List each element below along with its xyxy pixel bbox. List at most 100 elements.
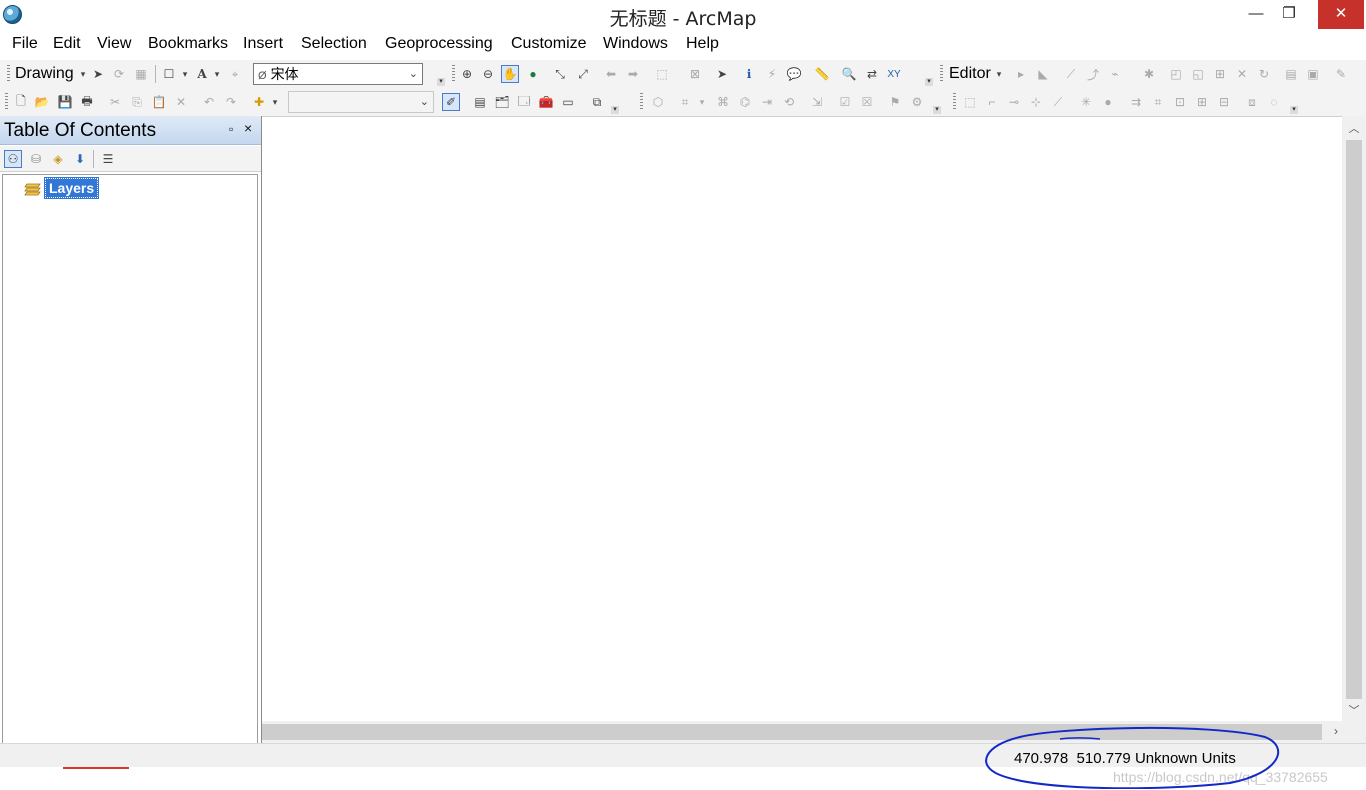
menu-customize[interactable]: Customize — [511, 35, 587, 53]
close-button[interactable]: ✕ — [1318, 0, 1364, 29]
edit-tool-icon[interactable]: ▸ — [1012, 65, 1030, 83]
rotate-icon[interactable]: ⟳ — [110, 65, 128, 83]
horizontal-scroll-thumb[interactable] — [262, 724, 1322, 740]
georef-layer-icon[interactable]: ⬡ — [649, 93, 667, 111]
links-table-icon[interactable]: ⊟ — [1215, 93, 1233, 111]
multi-displacement-link-icon[interactable]: ⊸ — [1005, 93, 1023, 111]
go-forward-icon[interactable]: ➡ — [624, 65, 642, 83]
close-icon[interactable]: × — [244, 120, 252, 136]
shift-icon[interactable]: ⇥ — [758, 93, 776, 111]
fixed-zoom-in-icon[interactable]: ⤡ — [551, 65, 569, 83]
pan-icon[interactable]: ✋ — [501, 65, 519, 83]
edit-vertices-icon[interactable]: ⌖ — [226, 65, 244, 83]
vertical-scroll-thumb[interactable] — [1346, 140, 1362, 699]
fix-errors-icon[interactable]: ☒ — [858, 93, 876, 111]
find-route-icon[interactable]: ⇄ — [863, 65, 881, 83]
redo-icon[interactable]: ↷ — [222, 93, 240, 111]
toc-options-icon[interactable]: ☰ — [99, 150, 117, 168]
toolbar-grip[interactable] — [452, 65, 455, 83]
scroll-right-icon[interactable]: › — [1334, 724, 1338, 738]
topology-properties-icon[interactable]: ⚙ — [908, 93, 926, 111]
new-displacement-link-icon[interactable]: ⌐ — [983, 93, 1001, 111]
reshape-icon[interactable]: ◱ — [1189, 65, 1207, 83]
maximize-button[interactable]: ❐ — [1270, 0, 1308, 29]
map-canvas[interactable] — [262, 116, 1342, 721]
menu-help[interactable]: Help — [686, 35, 719, 53]
editor-toolbar-toggle-icon[interactable]: ✐ — [442, 93, 460, 111]
rotate-georef-icon[interactable]: ⟲ — [780, 93, 798, 111]
chevron-down-icon[interactable]: ▾ — [266, 93, 284, 111]
go-to-xy-icon[interactable]: XY — [885, 65, 903, 83]
scroll-down-icon[interactable]: ﹀ — [1342, 702, 1366, 718]
add-control-points-icon[interactable]: ⌘ — [714, 93, 732, 111]
find-icon[interactable]: 🔍 — [840, 65, 858, 83]
zoom-in-icon[interactable]: ⊕ — [458, 65, 476, 83]
font-dropdown[interactable]: Ø 宋体 ⌄ — [253, 63, 423, 85]
list-by-visibility-icon[interactable]: ◈ — [49, 150, 67, 168]
select-elements-icon[interactable]: ➤ — [713, 65, 731, 83]
create-features-icon[interactable]: ✎ — [1332, 65, 1350, 83]
spatial-adjust-icon[interactable]: ⬚ — [961, 93, 979, 111]
scroll-up-icon[interactable]: ︿ — [1342, 120, 1366, 136]
auto-hide-icon[interactable]: ▫ — [229, 122, 233, 136]
toolbar-overflow-icon[interactable]: ▾ — [925, 78, 933, 86]
edge-match-icon[interactable]: ✳ — [1077, 93, 1095, 111]
adjust-icon[interactable]: ⊞ — [1193, 93, 1211, 111]
zoom-out-icon[interactable]: ⊖ — [479, 65, 497, 83]
chevron-down-icon[interactable]: ▾ — [208, 65, 226, 83]
toolbar-overflow-icon[interactable]: ▾ — [611, 106, 619, 114]
validate-icon[interactable]: ☑ — [836, 93, 854, 111]
go-back-icon[interactable]: ⬅ — [602, 65, 620, 83]
toolbar-grip[interactable] — [640, 93, 643, 111]
copy-icon[interactable]: ⎘ — [128, 93, 146, 111]
select-features-icon[interactable]: ⬚ — [653, 65, 671, 83]
measure-icon[interactable]: 📏 — [813, 65, 831, 83]
save-icon[interactable]: 💾 — [56, 93, 74, 111]
menu-insert[interactable]: Insert — [243, 35, 283, 53]
end-point-arc-icon[interactable]: ⤴ — [1084, 65, 1102, 83]
chevron-down-icon[interactable]: ▾ — [176, 65, 194, 83]
data-frame-layers[interactable]: Layers — [43, 177, 100, 199]
attribute-transfer-icon[interactable]: ⇉ — [1127, 93, 1145, 111]
zoom-to-selected-elements-icon[interactable]: ▦ — [132, 65, 150, 83]
menu-file[interactable]: File — [12, 35, 38, 53]
list-by-selection-icon[interactable]: ⬇ — [71, 150, 89, 168]
toolbar-overflow-icon[interactable]: ▾ — [437, 78, 445, 86]
paste-icon[interactable]: 📋 — [150, 93, 168, 111]
rubbersheet-icon[interactable]: ⌗ — [1149, 93, 1167, 111]
menu-selection[interactable]: Selection — [301, 35, 367, 53]
chevron-down-icon[interactable]: ▾ — [990, 65, 1008, 83]
smooth-icon[interactable]: ◌ — [1265, 93, 1283, 111]
new-document-icon[interactable]: 🗋 — [12, 93, 30, 111]
toolbar-grip[interactable] — [7, 65, 10, 83]
select-elements-icon[interactable]: ➤ — [89, 65, 107, 83]
full-extent-icon[interactable]: ● — [524, 65, 542, 83]
menu-windows[interactable]: Windows — [603, 35, 668, 53]
map-scale-dropdown[interactable]: ⌄ — [288, 91, 434, 113]
adjust-preview-icon[interactable]: ⊡ — [1171, 93, 1189, 111]
sphere-icon[interactable]: ● — [1099, 93, 1117, 111]
menu-geoprocessing[interactable]: Geoprocessing — [385, 35, 493, 53]
menu-view[interactable]: View — [97, 35, 131, 53]
trace-icon[interactable]: ⌁ — [1106, 65, 1124, 83]
horizontal-scrollbar[interactable]: › — [262, 721, 1342, 743]
drawing-menu[interactable]: Drawing — [15, 65, 74, 83]
straight-segment-icon[interactable]: ⟋ — [1062, 65, 1080, 83]
point-icon[interactable]: ✱ — [1140, 65, 1158, 83]
delete-icon[interactable]: ✕ — [172, 93, 190, 111]
toc-tree[interactable]: Layers — [2, 174, 258, 755]
catalog-icon[interactable]: 🗂 — [493, 93, 511, 111]
vertical-scrollbar[interactable]: ︿ ﹀ — [1342, 116, 1366, 721]
sketch-properties-icon[interactable]: ▣ — [1304, 65, 1322, 83]
menu-bookmarks[interactable]: Bookmarks — [148, 35, 228, 53]
attributes-icon[interactable]: ▤ — [1282, 65, 1300, 83]
identity-link-icon[interactable]: ⊹ — [1027, 93, 1045, 111]
link-table-icon[interactable]: ⌬ — [736, 93, 754, 111]
arctoolbox-icon[interactable]: 🧰 — [537, 93, 555, 111]
edit-annotation-icon[interactable]: ◣ — [1034, 65, 1052, 83]
cut-polygons-icon[interactable]: ⊞ — [1211, 65, 1229, 83]
error-inspector-icon[interactable]: ⚑ — [886, 93, 904, 111]
rotate-icon[interactable]: ↻ — [1255, 65, 1273, 83]
hyperlink-icon[interactable]: ⚡ — [763, 65, 781, 83]
open-icon[interactable]: 📂 — [33, 93, 51, 111]
